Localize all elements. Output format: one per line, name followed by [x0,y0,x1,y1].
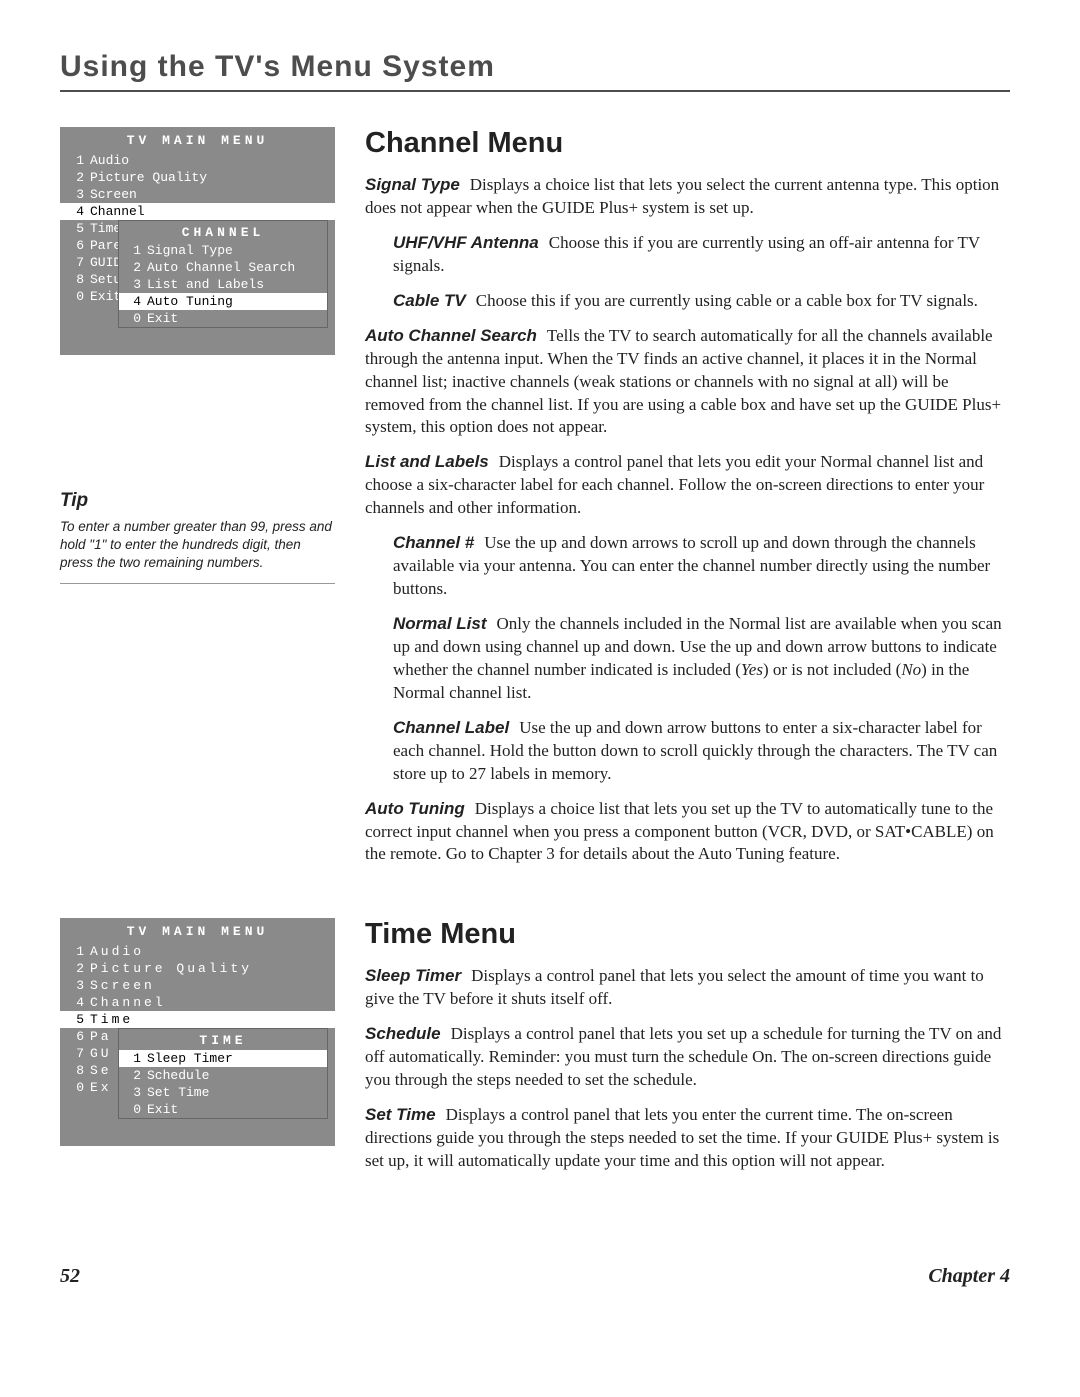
para-settime: Set TimeDisplays a control panel that le… [365,1104,1010,1173]
tv-row: 2Picture Quality [60,960,335,977]
left-column-2: TV MAIN MENU 1Audio 2Picture Quality 3Sc… [60,918,335,1156]
page-title: Using the TV's Menu System [60,50,1010,92]
sub-row: 2Auto Channel Search [119,259,327,276]
tv-row-selected: 4Channel [60,203,335,220]
tip-block: Tip To enter a number greater than 99, p… [60,490,335,584]
tip-heading: Tip [60,490,335,512]
para-normal: Normal ListOnly the channels included in… [393,613,1010,705]
submenu-title: CHANNEL [119,221,327,242]
sub-row-selected: 1Sleep Timer [119,1050,327,1067]
para-chnum: Channel #Use the up and down arrows to s… [393,532,1010,601]
tv-row: 1Audio [60,152,335,169]
sub-row: 0Exit [119,310,327,327]
chapter-label: Chapter 4 [928,1265,1010,1288]
para-uhf: UHF/VHF AntennaChoose this if you are cu… [393,232,1010,278]
para-signal-type: Signal TypeDisplays a choice list that l… [365,174,1010,220]
tv-row: 2Picture Quality [60,169,335,186]
submenu-time: TIME 1Sleep Timer 2Schedule 3Set Time 0E… [118,1028,328,1119]
left-column-1: TV MAIN MENU 1Audio 2Picture Quality 3Sc… [60,127,335,584]
section-channel: TV MAIN MENU 1Audio 2Picture Quality 3Sc… [60,127,1010,878]
time-heading: Time Menu [365,918,1010,951]
tv-menu-time: TV MAIN MENU 1Audio 2Picture Quality 3Sc… [60,918,335,1146]
tv-row-selected: 5Time [60,1011,335,1028]
right-column-1: Channel Menu Signal TypeDisplays a choic… [365,127,1010,878]
tv-menu-title: TV MAIN MENU [60,127,335,152]
page-footer: 52 Chapter 4 [60,1265,1010,1288]
tip-text: To enter a number greater than 99, press… [60,518,335,584]
para-list: List and LabelsDisplays a control panel … [365,451,1010,520]
tv-menu-channel: TV MAIN MENU 1Audio 2Picture Quality 3Sc… [60,127,335,355]
para-schedule: ScheduleDisplays a control panel that le… [365,1023,1010,1092]
tv-row: 1Audio [60,943,335,960]
sub-row: 2Schedule [119,1067,327,1084]
page-number: 52 [60,1265,80,1288]
sub-row: 1Signal Type [119,242,327,259]
para-label: Channel LabelUse the up and down arrow b… [393,717,1010,786]
tv-row: 3Screen [60,977,335,994]
right-column-2: Time Menu Sleep TimerDisplays a control … [365,918,1010,1185]
submenu-title: TIME [119,1029,327,1050]
sub-row: 0Exit [119,1101,327,1118]
channel-heading: Channel Menu [365,127,1010,160]
section-time: TV MAIN MENU 1Audio 2Picture Quality 3Sc… [60,918,1010,1185]
tv-menu-title: TV MAIN MENU [60,918,335,943]
tv-row: 3Screen [60,186,335,203]
sub-row-selected: 4Auto Tuning [119,293,327,310]
tv-row: 4Channel [60,994,335,1011]
para-acs: Auto Channel SearchTells the TV to searc… [365,325,1010,440]
submenu-channel: CHANNEL 1Signal Type 2Auto Channel Searc… [118,220,328,328]
sub-row: 3List and Labels [119,276,327,293]
sub-row: 3Set Time [119,1084,327,1101]
para-sleep: Sleep TimerDisplays a control panel that… [365,965,1010,1011]
para-auto: Auto TuningDisplays a choice list that l… [365,798,1010,867]
para-cable: Cable TVChoose this if you are currently… [393,290,1010,313]
